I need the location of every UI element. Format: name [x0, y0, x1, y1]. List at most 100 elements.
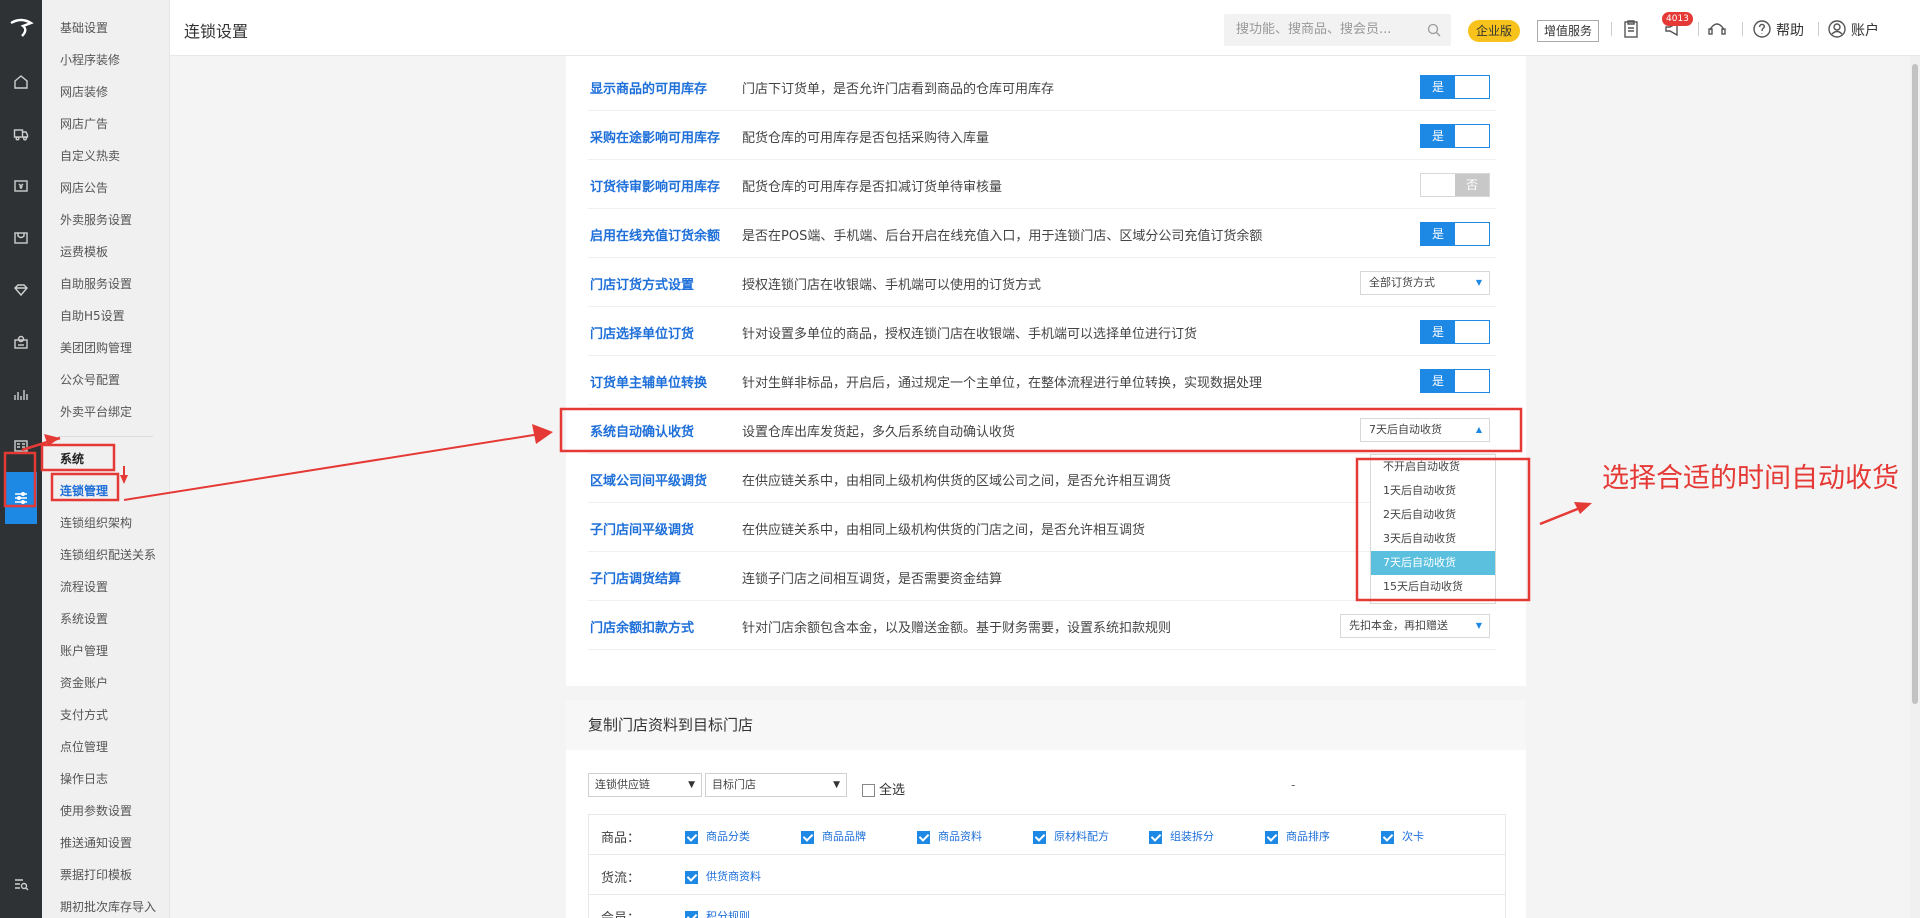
menu-item[interactable]: 连锁组织架构: [42, 507, 169, 539]
menu-item[interactable]: 基础设置: [42, 12, 169, 44]
toggle-knob: 是: [1421, 223, 1455, 245]
setting-toggle[interactable]: 是: [1420, 75, 1490, 99]
menu-item[interactable]: 公众号配置: [42, 364, 169, 396]
setting-select[interactable]: 7天后自动收货 ▲: [1360, 418, 1490, 442]
copy-option-checkbox[interactable]: 商品品牌: [801, 828, 866, 844]
dropdown-option[interactable]: 不开启自动收货: [1371, 455, 1495, 479]
menu-item[interactable]: 自助H5设置: [42, 300, 169, 332]
search-icon[interactable]: [1427, 23, 1441, 37]
menu-item[interactable]: 支付方式: [42, 699, 169, 731]
menu-item[interactable]: 外卖平台绑定: [42, 396, 169, 428]
auto-receipt-dropdown[interactable]: 不开启自动收货 1天后自动收货 2天后自动收货 3天后自动收货 7天后自动收货 15天后自…: [1370, 454, 1496, 604]
setting-description: 在供应链关系中，由相同上级机构供货的门店之间，是否允许相互调货: [742, 523, 1146, 538]
checkbox-checked-icon[interactable]: [685, 830, 698, 844]
setting-toggle[interactable]: 是: [1420, 124, 1490, 148]
menu-item[interactable]: 小程序装修: [42, 44, 169, 76]
menu-item[interactable]: 网店广告: [42, 108, 169, 140]
vertical-scrollbar[interactable]: [1910, 56, 1920, 918]
target-store-select-value: 目标门店: [712, 778, 756, 791]
menu-item[interactable]: 流程设置: [42, 571, 169, 603]
setting-toggle[interactable]: 是: [1420, 369, 1490, 393]
menu-item[interactable]: 自助服务设置: [42, 268, 169, 300]
page-title: 连锁设置: [184, 22, 249, 41]
dropdown-option[interactable]: 2天后自动收货: [1371, 503, 1495, 527]
checkbox-checked-icon[interactable]: [1381, 830, 1394, 844]
copy-option-checkbox[interactable]: 积分规则: [685, 908, 750, 918]
help-link[interactable]: 帮助: [1776, 20, 1804, 40]
setting-toggle[interactable]: 否: [1420, 173, 1490, 197]
checkbox-checked-icon[interactable]: [1033, 830, 1046, 844]
search-list-icon[interactable]: [0, 858, 42, 910]
menu-item-chain-management[interactable]: 连锁管理: [42, 475, 169, 507]
divider: [1742, 22, 1743, 36]
menu-item[interactable]: 使用参数设置: [42, 795, 169, 827]
dropdown-option[interactable]: 1天后自动收货: [1371, 479, 1495, 503]
target-store-select[interactable]: 目标门店 ▼: [705, 773, 847, 797]
setting-description: 连锁子门店之间相互调货，是否需要资金结算: [742, 572, 1003, 587]
menu-item[interactable]: 系统设置: [42, 603, 169, 635]
diamond-icon[interactable]: [0, 264, 42, 316]
truck-icon[interactable]: [0, 108, 42, 160]
checkbox-checked-icon[interactable]: [1265, 830, 1278, 844]
copy-option-checkbox[interactable]: 原材料配方: [1033, 828, 1109, 844]
menu-item[interactable]: 网店公告: [42, 172, 169, 204]
store-icon[interactable]: [0, 212, 42, 264]
checkbox-checked-icon[interactable]: [685, 870, 698, 884]
value-added-services-button[interactable]: 增值服务: [1537, 20, 1600, 42]
app-logo-icon[interactable]: [0, 0, 42, 56]
dropdown-option[interactable]: 3天后自动收货: [1371, 527, 1495, 551]
menu-item[interactable]: 网店装修: [42, 76, 169, 108]
setting-select[interactable]: 先扣本金，再扣赠送 ▼: [1340, 614, 1490, 638]
checkbox-checked-icon[interactable]: [917, 830, 930, 844]
member-icon[interactable]: [0, 316, 42, 368]
enterprise-badge: 企业版: [1468, 20, 1521, 42]
setting-title: 门店选择单位订货: [590, 327, 695, 342]
menu-item[interactable]: 票据打印模板: [42, 859, 169, 891]
menu-item[interactable]: 外卖服务设置: [42, 204, 169, 236]
menu-item[interactable]: 美团团购管理: [42, 332, 169, 364]
copy-option-checkbox[interactable]: 次卡: [1381, 828, 1424, 844]
top-bar: 连锁设置 搜功能、搜商品、搜会员... 企业版 增值服务 4013 帮助 账户: [170, 0, 1920, 56]
checkbox-checked-icon[interactable]: [1149, 830, 1162, 844]
copy-option-checkbox[interactable]: 商品排序: [1265, 828, 1330, 844]
dropdown-option[interactable]: 7天后自动收货: [1371, 551, 1495, 575]
customer-service-icon[interactable]: [1706, 18, 1728, 40]
setting-select[interactable]: 全部订货方式 ▼: [1360, 271, 1490, 295]
menu-item[interactable]: 自定义热卖: [42, 140, 169, 172]
checkbox-icon[interactable]: [862, 784, 875, 797]
select-all-checkbox[interactable]: 全选: [862, 779, 905, 798]
setting-title: 区域公司间平级调货: [590, 474, 708, 489]
menu-item[interactable]: 点位管理: [42, 731, 169, 763]
cashier-icon[interactable]: [0, 160, 42, 212]
copy-option-checkbox[interactable]: 组装拆分: [1149, 828, 1214, 844]
search-input[interactable]: 搜功能、搜商品、搜会员...: [1224, 14, 1451, 46]
help-icon[interactable]: [1751, 18, 1773, 40]
menu-item[interactable]: 操作日志: [42, 763, 169, 795]
copy-option-checkbox[interactable]: 商品分类: [685, 828, 750, 844]
menu-item[interactable]: 推送通知设置: [42, 827, 169, 859]
caret-down-icon: ▼: [833, 780, 840, 790]
checkbox-checked-icon[interactable]: [801, 830, 814, 844]
menu-item[interactable]: 资金账户: [42, 667, 169, 699]
home-icon[interactable]: [0, 56, 42, 108]
menu-item[interactable]: 期初批次库存导入: [42, 891, 169, 918]
report-icon[interactable]: [0, 420, 42, 472]
dropdown-option[interactable]: 15天后自动收货: [1371, 575, 1495, 599]
account-link[interactable]: 账户: [1851, 20, 1879, 40]
scrollbar-thumb[interactable]: [1912, 64, 1918, 704]
menu-item[interactable]: 运费模板: [42, 236, 169, 268]
setting-toggle[interactable]: 是: [1420, 320, 1490, 344]
settings-sliders-icon[interactable]: [5, 472, 37, 524]
user-avatar-icon[interactable]: [1826, 18, 1848, 40]
setting-row: 区域公司间平级调货 在供应链关系中，由相同上级机构供货的区域公司之间，是否允许相互…: [588, 454, 1496, 503]
copy-option-checkbox[interactable]: 商品资料: [917, 828, 982, 844]
copy-option-checkbox[interactable]: 供货商资料: [685, 868, 761, 884]
setting-toggle[interactable]: 是: [1420, 222, 1490, 246]
checkbox-checked-icon[interactable]: [685, 910, 698, 918]
supply-chain-select-value: 连锁供应链: [595, 778, 650, 791]
clipboard-icon[interactable]: [1620, 18, 1642, 40]
menu-item[interactable]: 账户管理: [42, 635, 169, 667]
menu-item[interactable]: 连锁组织配送关系: [42, 539, 169, 571]
supply-chain-select[interactable]: 连锁供应链 ▼: [588, 773, 702, 797]
chart-icon[interactable]: [0, 368, 42, 420]
